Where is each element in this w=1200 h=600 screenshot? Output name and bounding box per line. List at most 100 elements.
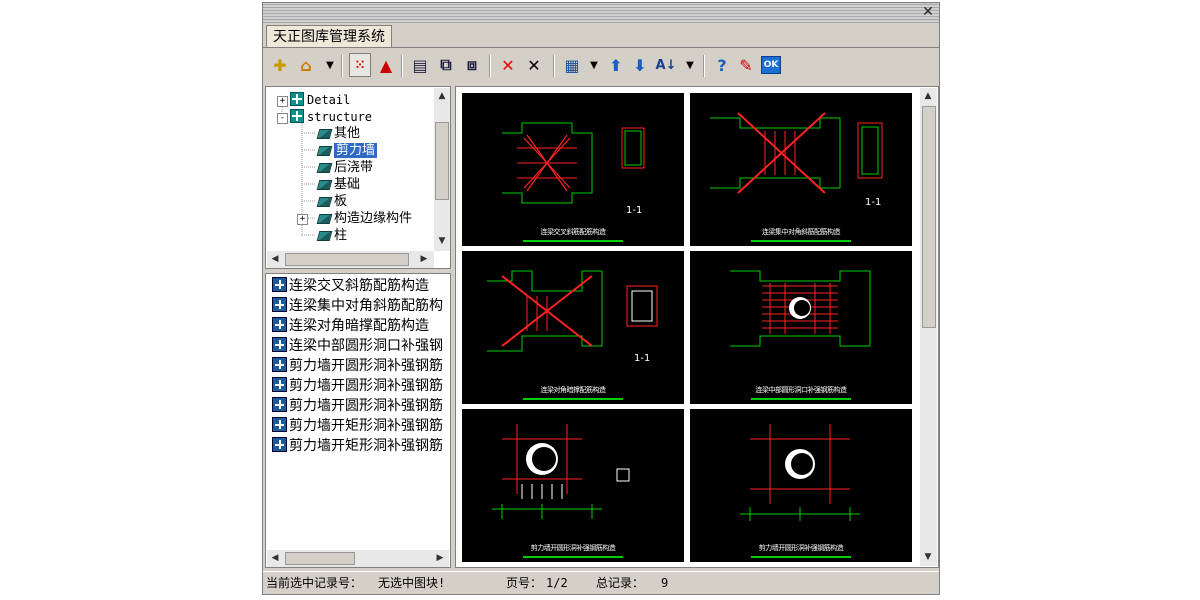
block-icon [272, 297, 287, 312]
cad-drawing-2: 1-1 [710, 112, 883, 208]
page-label: 页号： [506, 576, 543, 590]
delete-black-icon[interactable]: ✕ [523, 53, 545, 77]
category-tree[interactable]: + Detail - structure 其他 剪力墙 后浇带 基础 板 + 构… [265, 86, 451, 269]
list-item[interactable]: 剪力墙开圆形洞补强钢筋 [272, 376, 443, 396]
delete-red-icon[interactable]: ✕ [497, 53, 519, 77]
page-value: 1/2 [546, 576, 568, 590]
tree-collapse-toggle[interactable]: - [277, 113, 288, 124]
total-records-label: 总记录： [596, 576, 645, 590]
dropdown-arrow-icon[interactable]: ▼ [583, 53, 605, 77]
select-all-icon[interactable]: ⁙ [349, 53, 371, 77]
scroll-thumb[interactable] [285, 552, 355, 565]
caption-underline [751, 556, 851, 558]
import-icon[interactable]: ⧈ [461, 53, 483, 77]
thumbnail-6[interactable]: 剪力墙开圆形洞补强钢筋构造 [690, 409, 912, 562]
drawing-list[interactable]: 连梁交叉斜筋配筋构造 连梁集中对角斜筋配筋构 连梁对角暗撑配筋构造 连梁中部圆形… [265, 273, 451, 568]
tab-divider [263, 47, 939, 48]
structure-icon [290, 109, 304, 123]
thumbnail-4[interactable]: 连梁中部圆形洞口补强钢筋构造 [690, 251, 912, 404]
tree-item-slab[interactable]: 板 [316, 193, 347, 210]
thumbnail-caption: 连梁集中对角斜筋配筋构造 [762, 228, 841, 236]
tree-item-post-pour-strip[interactable]: 后浇带 [316, 159, 373, 176]
section-label: 1-1 [626, 205, 642, 216]
thumbnail-caption: 剪力墙开圆形洞补强钢筋构造 [530, 544, 616, 552]
book-icon [316, 163, 333, 173]
section-label: 1-1 [634, 353, 650, 364]
tree-item-shear-wall[interactable]: 剪力墙 [316, 142, 378, 159]
scroll-down-icon[interactable]: ▼ [435, 234, 449, 248]
status-bar: 当前选中记录号： 无选中图块! 页号： 1/2 总记录： 9 [263, 571, 939, 594]
new-library-icon[interactable]: ✚ [269, 53, 291, 77]
current-record-label: 当前选中记录号： [266, 576, 363, 590]
move-down-icon[interactable]: ⬇ [629, 53, 651, 77]
block-icon [272, 357, 287, 372]
scroll-thumb[interactable] [435, 122, 449, 200]
move-up-icon[interactable]: ⬆ [605, 53, 627, 77]
caption-underline [751, 398, 851, 400]
book-icon [316, 129, 333, 139]
thumbnail-3[interactable]: 1-1 连梁对角暗撑配筋构造 [462, 251, 684, 404]
grid-layout-icon[interactable]: ▦ [561, 53, 583, 77]
list-item[interactable]: 剪力墙开矩形洞补强钢筋 [272, 436, 443, 456]
thumbnail-2[interactable]: 1-1 连梁集中对角斜筋配筋构造 [690, 93, 912, 246]
help-icon[interactable]: ? [711, 53, 733, 77]
scroll-thumb[interactable] [922, 106, 936, 328]
book-icon [316, 180, 333, 190]
export-icon[interactable]: ⧉ [435, 53, 457, 77]
close-icon[interactable]: ✕ [920, 4, 936, 21]
toolbar-separator [489, 55, 491, 77]
scroll-right-icon[interactable]: ▶ [417, 252, 431, 266]
tree-vertical-scrollbar[interactable]: ▲ ▼ [434, 88, 450, 251]
tree-item-other[interactable]: 其他 [316, 125, 360, 142]
tree-item-structure[interactable]: structure [290, 109, 372, 126]
list-item[interactable]: 剪力墙开圆形洞补强钢筋 [272, 396, 443, 416]
tree-item-detail[interactable]: Detail [290, 92, 350, 109]
caption-underline [751, 240, 851, 242]
dropdown-arrow-icon[interactable]: ▼ [319, 53, 341, 77]
scroll-up-icon[interactable]: ▲ [921, 89, 935, 103]
section-label: 1-1 [865, 197, 881, 208]
scroll-down-icon[interactable]: ▼ [921, 550, 935, 564]
sort-az-icon[interactable]: A↓ [655, 53, 677, 77]
tree-horizontal-scrollbar[interactable]: ◀ ▶ [267, 251, 434, 268]
thumbnail-caption: 连梁交叉斜筋配筋构造 [540, 228, 607, 236]
preview-vertical-scrollbar[interactable]: ▲ ▼ [920, 88, 937, 566]
toolbar-separator [341, 55, 343, 77]
tree-item-foundation[interactable]: 基础 [316, 176, 360, 193]
cad-drawing-1: 1-1 [502, 122, 645, 216]
ok-icon[interactable]: OK [761, 56, 781, 74]
tree-expand-toggle[interactable]: + [277, 96, 288, 107]
list-item[interactable]: 剪力墙开圆形洞补强钢筋 [272, 356, 443, 376]
list-item[interactable]: 连梁对角暗撑配筋构造 [272, 316, 429, 336]
title-bar[interactable]: ✕ [263, 3, 939, 23]
scroll-left-icon[interactable]: ◀ [268, 551, 282, 565]
open-library-icon[interactable]: ⌂ [295, 53, 317, 77]
thumbnail-preview[interactable]: 1-1 连梁交叉斜筋配筋构造 1-1 连梁集中对角斜筋配筋构造 1-1 连梁对角… [455, 86, 939, 568]
dropdown-arrow-icon[interactable]: ▼ [679, 53, 701, 77]
book-icon [316, 214, 333, 224]
list-view-icon[interactable]: ▤ [409, 53, 431, 77]
toolbar-separator [703, 55, 705, 77]
scroll-thumb[interactable] [285, 253, 409, 266]
list-item[interactable]: 连梁中部圆形洞口补强钢 [272, 336, 443, 356]
book-icon [316, 197, 333, 207]
library-manager-window: ✕ 天正图库管理系统 ✚ ⌂ ▼ ⁙ ▲ ▤ ⧉ ⧈ ✕ ✕ ▦ ▼ ⬆ ⬇ A… [262, 2, 940, 595]
tree-expand-toggle[interactable]: + [297, 214, 308, 225]
structure-icon [290, 92, 304, 106]
list-horizontal-scrollbar[interactable]: ◀ ▶ [267, 550, 449, 567]
current-record-value: 无选中图块! [378, 576, 446, 590]
list-item[interactable]: 连梁集中对角斜筋配筋构 [272, 296, 443, 316]
triangle-view-icon[interactable]: ▲ [375, 53, 397, 77]
scroll-left-icon[interactable]: ◀ [268, 252, 282, 266]
thumbnail-5[interactable]: 剪力墙开圆形洞补强钢筋构造 [462, 409, 684, 562]
scroll-up-icon[interactable]: ▲ [435, 89, 449, 103]
list-item[interactable]: 剪力墙开矩形洞补强钢筋 [272, 416, 443, 436]
window-title-tab[interactable]: 天正图库管理系统 [266, 25, 392, 48]
thumbnail-1[interactable]: 1-1 连梁交叉斜筋配筋构造 [462, 93, 684, 246]
list-item[interactable]: 连梁交叉斜筋配筋构造 [272, 276, 429, 296]
tree-item-column[interactable]: 柱 [316, 227, 347, 244]
scroll-right-icon[interactable]: ▶ [433, 551, 447, 565]
cad-drawing-6 [740, 424, 860, 521]
edit-icon[interactable]: ✎ [735, 53, 757, 77]
tree-item-boundary-member[interactable]: 构造边缘构件 [316, 210, 412, 227]
